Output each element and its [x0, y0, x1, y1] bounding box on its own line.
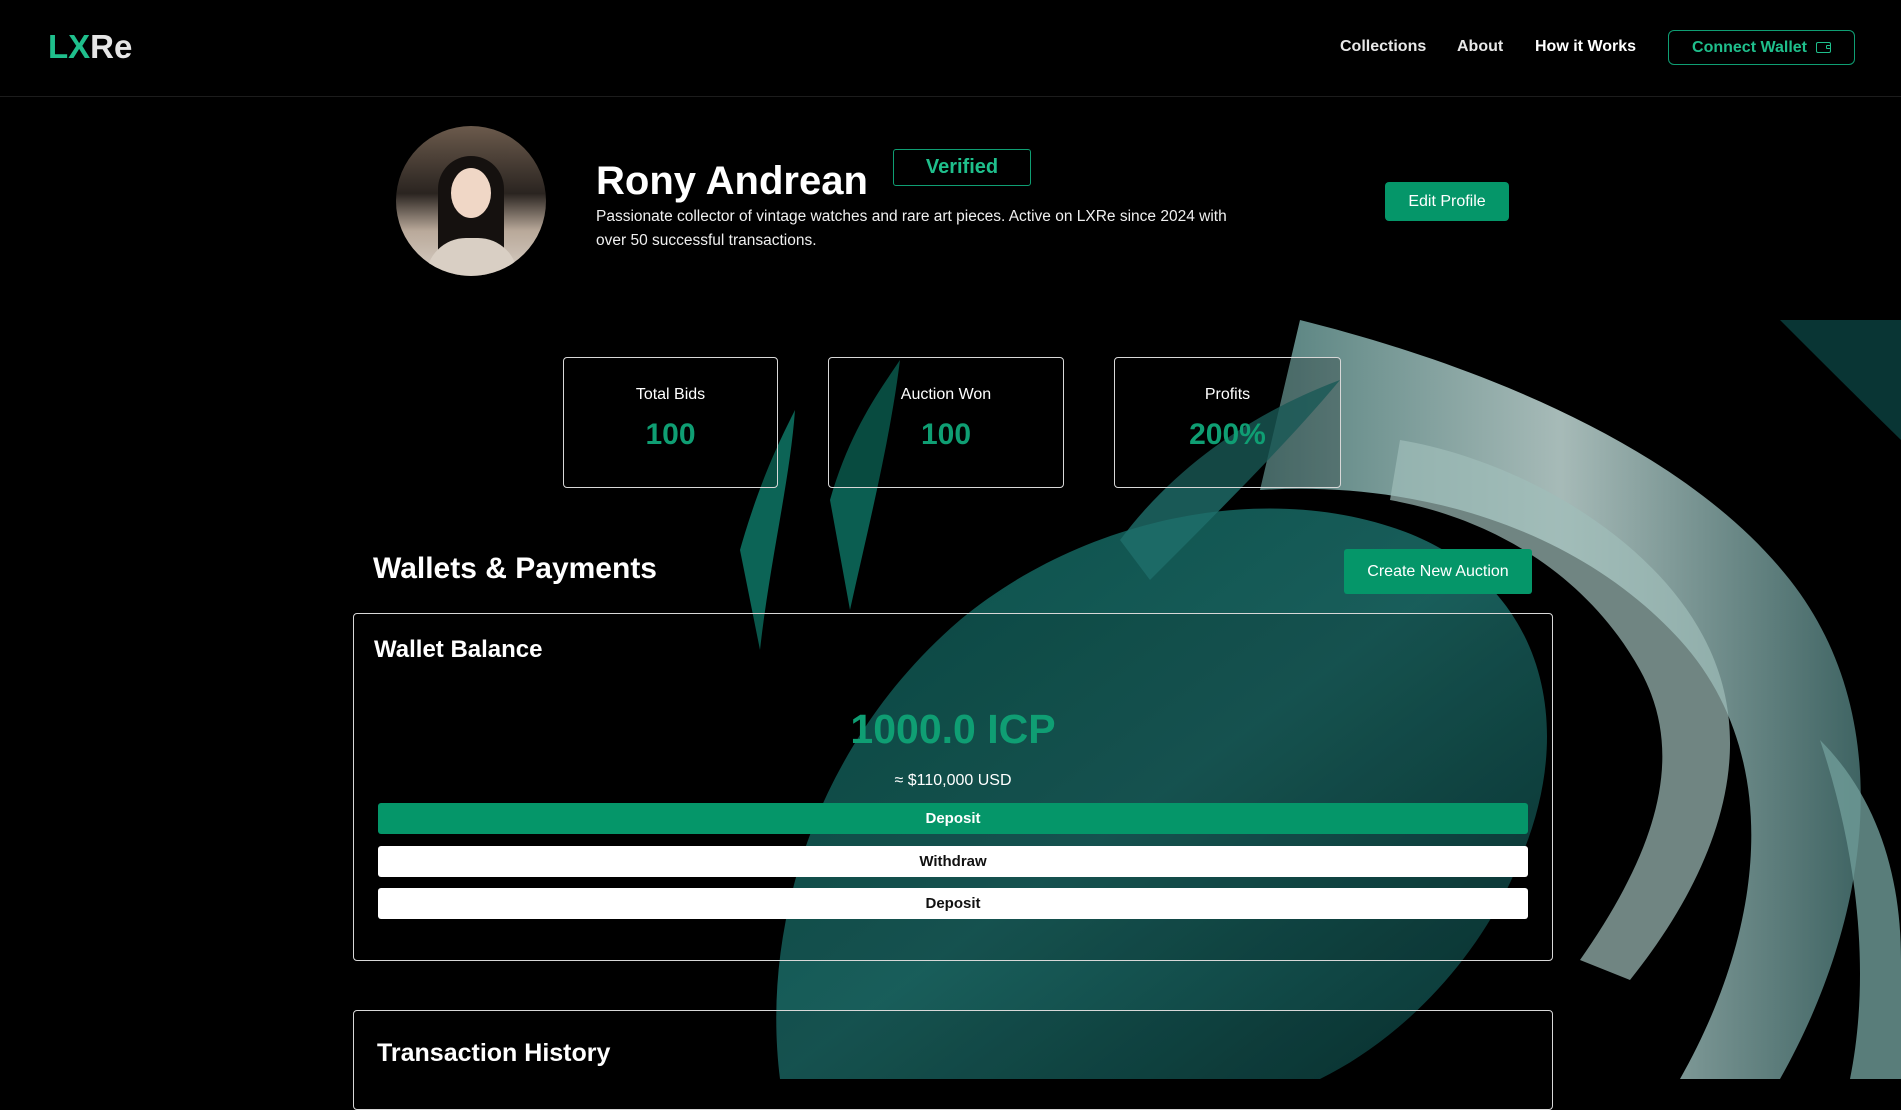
nav-collections[interactable]: Collections [1340, 38, 1426, 56]
transaction-history-title: Transaction History [377, 1039, 611, 1067]
avatar-face [451, 168, 491, 218]
transaction-history-card: Transaction History [353, 1010, 1553, 1110]
wallet-usd-equivalent: ≈ $110,000 USD [894, 772, 1012, 789]
profile-name: Rony Andrean [596, 159, 868, 203]
connect-wallet-label: Connect Wallet [1692, 38, 1807, 56]
deposit-button[interactable]: Deposit [378, 803, 1528, 834]
stat-label: Auction Won [900, 386, 992, 403]
wallets-section-title: Wallets & Payments [373, 552, 657, 585]
stat-value: 100 [645, 418, 696, 451]
deposit-button-secondary[interactable]: Deposit [378, 888, 1528, 919]
nav-how-it-works[interactable]: How it Works [1535, 38, 1636, 56]
avatar [396, 126, 546, 276]
stat-value: 100 [920, 418, 972, 451]
create-new-auction-button[interactable]: Create New Auction [1344, 549, 1532, 594]
top-nav-bar: LXRe Collections About How it Works Conn… [0, 0, 1901, 97]
stat-value: 200% [1189, 418, 1266, 451]
wallet-balance-title: Wallet Balance [374, 636, 543, 663]
stat-label: Total Bids [635, 386, 706, 403]
edit-profile-button[interactable]: Edit Profile [1385, 182, 1509, 221]
stat-card-total-bids: Total Bids 100 [563, 357, 778, 488]
wallet-balance-card: Wallet Balance 1000.0 ICP ≈ $110,000 USD… [353, 613, 1553, 961]
logo-lx: LX [48, 28, 91, 65]
verified-badge: Verified [893, 149, 1031, 186]
profile-bio: Passionate collector of vintage watches … [596, 208, 1227, 249]
withdraw-button[interactable]: Withdraw [378, 846, 1528, 877]
logo[interactable]: LXRe [48, 28, 132, 66]
connect-wallet-button[interactable]: Connect Wallet [1668, 30, 1855, 65]
logo-re: Re [90, 28, 133, 65]
stat-card-auction-won: Auction Won 100 [828, 357, 1064, 488]
wallet-icon [1815, 42, 1831, 53]
stat-label: Profits [1204, 386, 1251, 403]
wallet-balance-amount: 1000.0 ICP [850, 706, 1056, 752]
stat-card-profits: Profits 200% [1114, 357, 1341, 488]
nav-about[interactable]: About [1457, 38, 1503, 56]
